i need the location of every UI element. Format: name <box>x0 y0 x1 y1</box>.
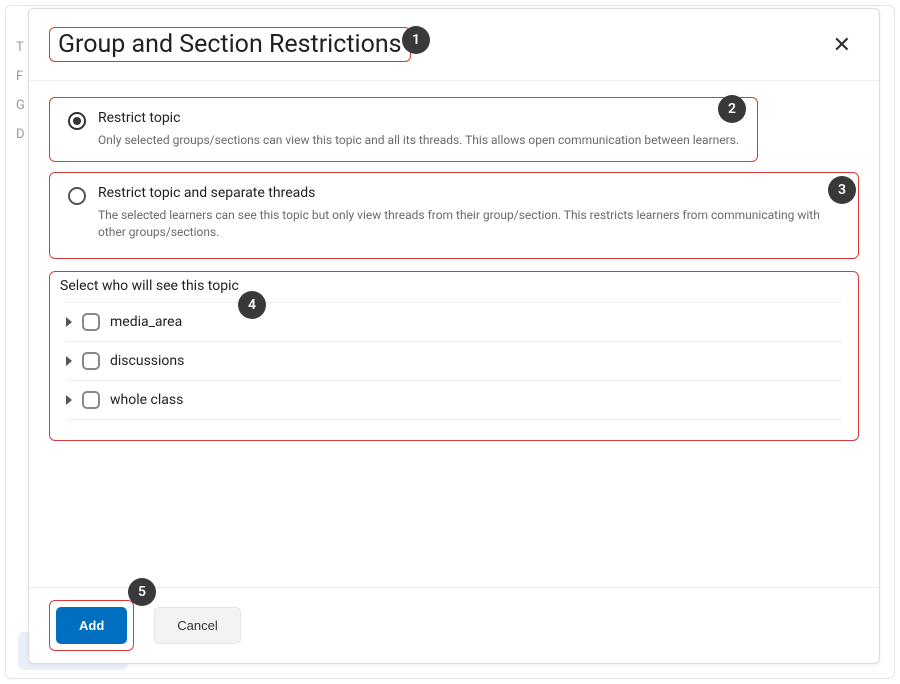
option1-description: Only selected groups/sections can view t… <box>98 132 739 149</box>
tree-row-media-area: media_area <box>66 302 842 342</box>
close-button[interactable]: ✕ <box>825 30 859 60</box>
option2-label: Restrict topic and separate threads <box>98 185 840 201</box>
tree-label: discussions <box>110 353 184 369</box>
radio-restrict-topic[interactable] <box>68 112 86 130</box>
select-who-section: Select who will see this topic media_are… <box>49 271 859 441</box>
checkbox-discussions[interactable] <box>82 352 100 370</box>
modal-header: Group and Section Restrictions ✕ <box>29 9 879 81</box>
modal-title: Group and Section Restrictions <box>49 27 411 62</box>
option-restrict-topic[interactable]: Restrict topic Only selected groups/sect… <box>49 97 758 162</box>
radio-row-restrict-topic-separate: Restrict topic and separate threads The … <box>58 177 850 249</box>
option1-label: Restrict topic <box>98 110 739 126</box>
tree-row-discussions: discussions <box>66 342 842 381</box>
caret-icon[interactable] <box>66 395 72 405</box>
cancel-button[interactable]: Cancel <box>154 607 240 644</box>
modal-body: Restrict topic Only selected groups/sect… <box>29 81 879 587</box>
restrictions-modal: Group and Section Restrictions ✕ Restric… <box>28 8 880 664</box>
radio-restrict-topic-separate[interactable] <box>68 187 86 205</box>
checkbox-whole-class[interactable] <box>82 391 100 409</box>
radio-row-restrict-topic: Restrict topic Only selected groups/sect… <box>58 102 749 157</box>
option2-description: The selected learners can see this topic… <box>98 207 840 241</box>
radio-dot-icon <box>73 117 81 125</box>
group-tree: media_area discussions whole class <box>66 302 842 420</box>
caret-icon[interactable] <box>66 317 72 327</box>
modal-footer: Add Cancel <box>29 587 879 663</box>
add-button-highlight: Add <box>49 600 134 651</box>
caret-icon[interactable] <box>66 356 72 366</box>
checkbox-media-area[interactable] <box>82 313 100 331</box>
close-icon: ✕ <box>833 32 851 57</box>
option2-text: Restrict topic and separate threads The … <box>98 185 840 241</box>
tree-label: media_area <box>110 314 182 330</box>
tree-label: whole class <box>110 392 183 408</box>
option1-text: Restrict topic Only selected groups/sect… <box>98 110 739 149</box>
select-who-title: Select who will see this topic <box>60 278 848 294</box>
tree-row-whole-class: whole class <box>66 381 842 420</box>
option-restrict-topic-separate[interactable]: Restrict topic and separate threads The … <box>49 172 859 260</box>
add-button[interactable]: Add <box>56 607 127 644</box>
